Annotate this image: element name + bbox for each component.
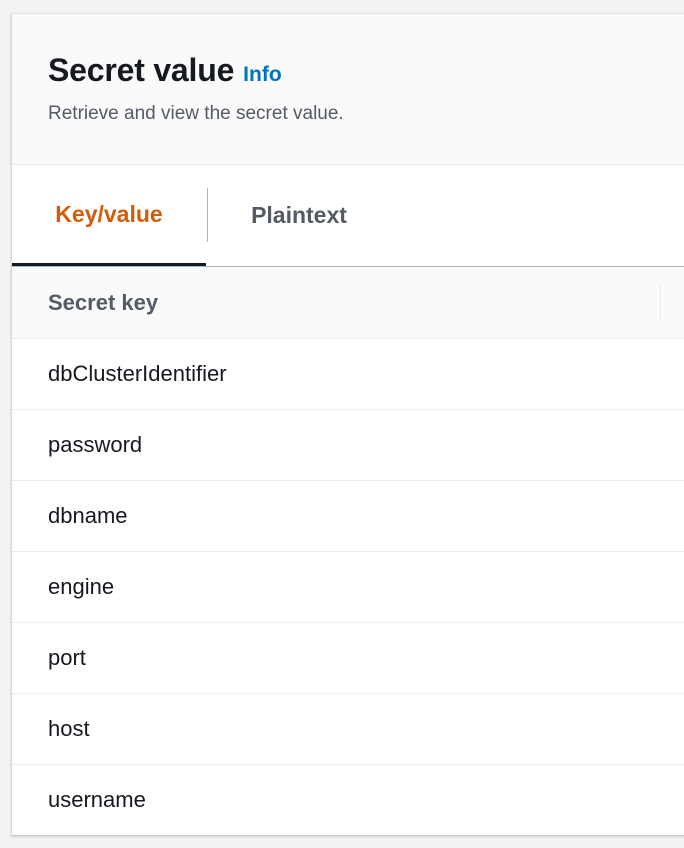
secret-key-cell: host xyxy=(48,716,90,741)
secret-table: Secret key dbClusterIdentifier password … xyxy=(12,267,684,835)
secret-value-panel: Secret value Info Retrieve and view the … xyxy=(11,13,684,836)
table-row: username xyxy=(12,765,684,835)
secret-key-cell: username xyxy=(48,787,146,812)
table-row: engine xyxy=(12,552,684,623)
table-row: host xyxy=(12,694,684,765)
tab-bar: Key/value Plaintext xyxy=(12,165,684,266)
table-row: password xyxy=(12,410,684,481)
table-row: port xyxy=(12,623,684,694)
page-title: Secret value xyxy=(48,52,235,88)
secret-key-cell: dbname xyxy=(48,503,128,528)
secret-key-cell: engine xyxy=(48,574,115,599)
tab-plaintext-label: Plaintext xyxy=(251,201,347,228)
table-row: dbClusterIdentifier xyxy=(12,339,684,410)
tab-key-value[interactable]: Key/value xyxy=(12,165,206,266)
panel-description: Retrieve and view the secret value. xyxy=(48,103,344,124)
column-resizer[interactable] xyxy=(660,285,661,321)
table-row: dbname xyxy=(12,481,684,552)
column-header-secret-key: Secret key xyxy=(48,289,159,315)
secret-key-cell: password xyxy=(48,432,143,457)
tab-plaintext[interactable]: Plaintext xyxy=(208,165,390,265)
panel-header: Secret value Info Retrieve and view the … xyxy=(12,14,684,165)
table-header: Secret key xyxy=(12,267,684,339)
tab-key-value-label: Key/value xyxy=(55,200,163,227)
title-row: Secret value Info xyxy=(48,52,282,89)
secret-key-cell: port xyxy=(48,645,86,670)
info-link[interactable]: Info xyxy=(243,63,281,87)
secret-key-cell: dbClusterIdentifier xyxy=(48,361,227,386)
